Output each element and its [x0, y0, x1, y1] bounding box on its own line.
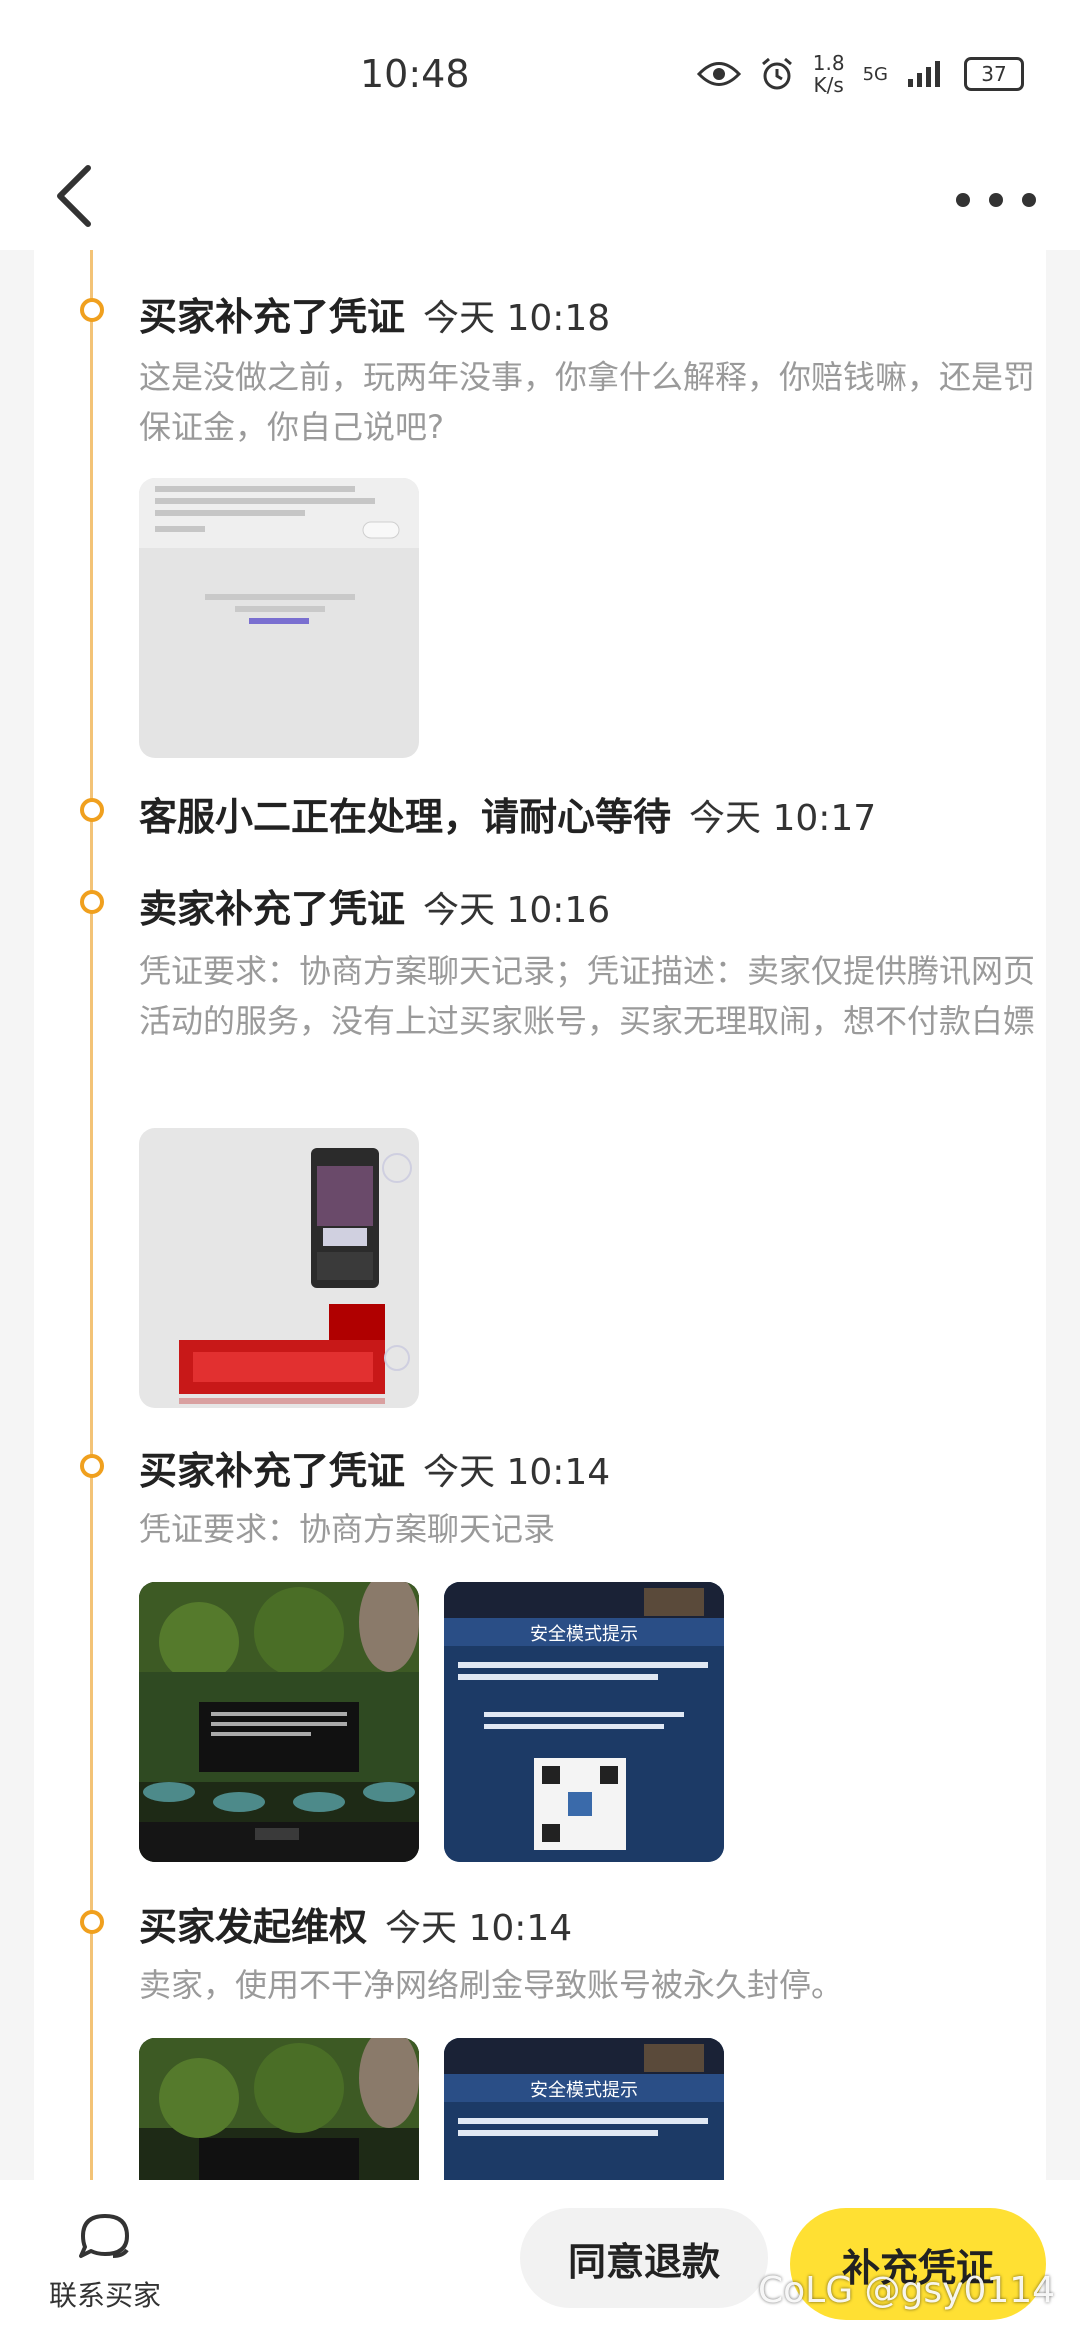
entry-description: 这是没做之前，玩两年没事，你拿什么解释，你赔钱嘛，还是罚保证金，你自己说吧? — [139, 358, 1036, 446]
more-dot — [1022, 193, 1036, 207]
overlay-title: 安全模式提示 — [530, 2080, 638, 2101]
speed-unit: K/s — [813, 73, 844, 97]
status-icons: 1.8 K/s 5G 37 — [696, 52, 1024, 96]
entry-header: 卖家补充了凭证 今天 10:16 — [139, 878, 610, 933]
entry-description: 凭证要求：协商方案聊天记录；凭证描述：卖家仅提供腾讯网页活动的服务，没有上过买家… — [139, 952, 1036, 1040]
status-time: 10:48 — [360, 52, 470, 96]
evidence-image[interactable]: 安全模式提示 — [444, 1582, 724, 1862]
entry-time: 今天 10:14 — [385, 1908, 573, 1949]
eye-icon — [696, 62, 741, 86]
evidence-image[interactable] — [139, 1128, 419, 1408]
more-button[interactable] — [956, 170, 1036, 230]
alarm-icon — [761, 57, 792, 90]
entry-title: 客服小二正在处理，请耐心等待 — [139, 795, 672, 839]
entry-header: 买家补充了凭证 今天 10:18 — [139, 286, 610, 341]
signal-icon — [908, 61, 940, 87]
entry-title: 买家发起维权 — [139, 1905, 368, 1949]
timeline-dot — [80, 298, 104, 322]
evidence-image[interactable]: 安全模式提示 — [444, 2038, 724, 2180]
more-dot — [989, 193, 1003, 207]
battery-indicator: 37 — [964, 57, 1024, 91]
entry-time: 今天 10:16 — [423, 890, 611, 931]
entry-description: 凭证要求：协商方案聊天记录 — [139, 1510, 556, 1548]
entry-title: 买家补充了凭证 — [139, 295, 406, 339]
status-bar: 10:48 1.8 K/s 5G 37 — [0, 0, 1080, 160]
timeline-line — [90, 250, 93, 2180]
nav-header — [0, 150, 1080, 250]
timeline-dot — [80, 798, 104, 822]
evidence-image[interactable] — [139, 1582, 419, 1862]
entry-title: 卖家补充了凭证 — [139, 887, 406, 931]
chat-bubble-icon — [79, 2214, 129, 2258]
entry-description: 卖家，使用不干净网络刷金导致账号被永久封停。 — [139, 1966, 844, 2004]
more-dot — [956, 193, 970, 207]
entry-time: 今天 10:18 — [423, 298, 611, 339]
contact-buyer-label: 联系买家 — [48, 2279, 161, 2312]
agree-refund-button[interactable]: 同意退款 — [520, 2208, 768, 2308]
entry-header: 买家补充了凭证 今天 10:14 — [139, 1440, 610, 1495]
back-button[interactable] — [48, 156, 108, 236]
entry-time: 今天 10:14 — [423, 1452, 611, 1493]
entry-title: 买家补充了凭证 — [139, 1449, 406, 1493]
overlay-title: 安全模式提示 — [530, 1624, 638, 1645]
network-type: 5G — [862, 63, 888, 85]
speed-value: 1.8 — [812, 51, 845, 75]
entry-header: 客服小二正在处理，请耐心等待 今天 10:17 — [139, 786, 876, 841]
watermark: CoLG @gsy0114 — [758, 2270, 1056, 2311]
entry-time: 今天 10:17 — [689, 798, 877, 839]
dispute-detail-page: 10:48 1.8 K/s 5G 37 买家补充了凭证 今天 10:18 这是没… — [0, 0, 1080, 2340]
timeline-dot — [80, 890, 104, 914]
timeline-dot — [80, 1454, 104, 1478]
evidence-image[interactable] — [139, 478, 419, 758]
bottom-action-bar: 联系买家 同意退款 补充凭证 — [0, 2180, 1080, 2340]
evidence-image[interactable] — [139, 2038, 419, 2180]
timeline-dot — [80, 1910, 104, 1934]
entry-header: 买家发起维权 今天 10:14 — [139, 1896, 572, 1951]
timeline-card: 买家补充了凭证 今天 10:18 这是没做之前，玩两年没事，你拿什么解释，你赔钱… — [34, 250, 1046, 2180]
contact-buyer-button[interactable]: 联系买家 — [40, 2210, 170, 2314]
chevron-left-icon — [57, 165, 91, 227]
network-speed: 1.8 K/s — [813, 52, 845, 96]
